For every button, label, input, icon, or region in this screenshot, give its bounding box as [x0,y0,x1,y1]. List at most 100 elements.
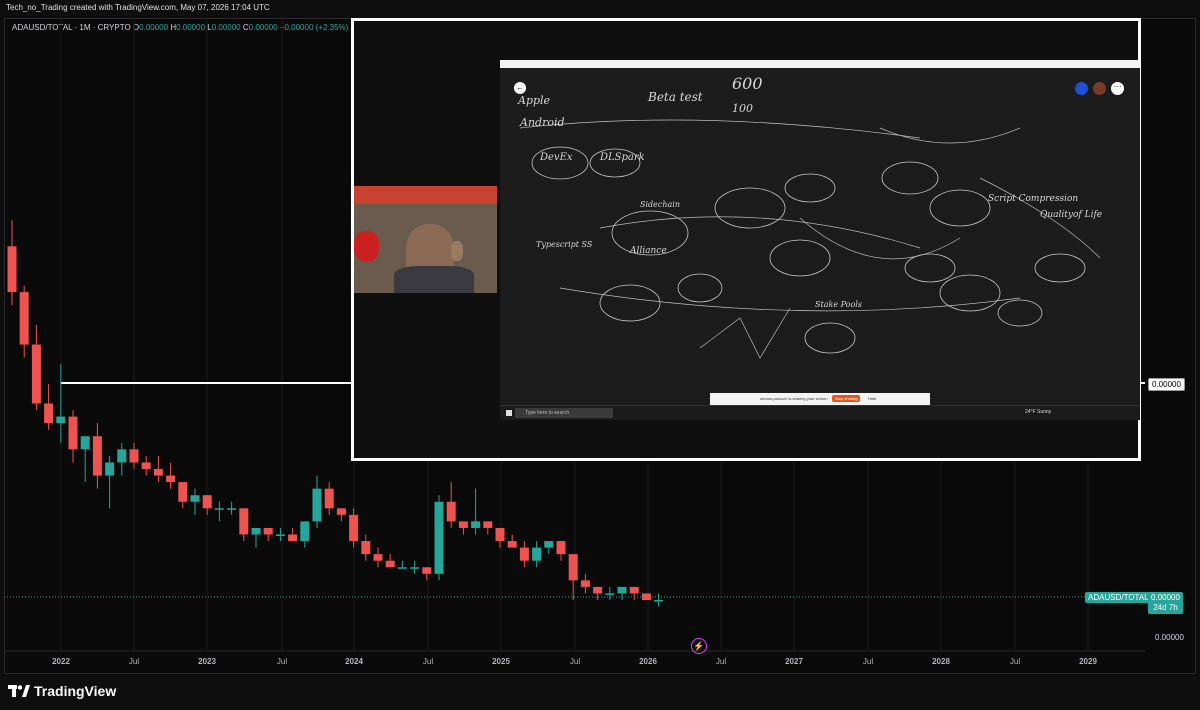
hide-button[interactable]: Hide [868,396,876,401]
candle-body [166,475,176,483]
person-hand [451,241,463,261]
candle-body [556,541,566,555]
whiteboard-circle [804,322,856,354]
candle-body [654,600,664,602]
whiteboard-circle [714,187,786,229]
start-icon[interactable] [506,410,512,416]
wb-text-600: 600 [732,74,763,93]
whiteboard-stroke [699,307,791,359]
share-message: stream.pancoin is sharing your screen [760,396,828,401]
candle-body [190,495,200,502]
candle-body [397,567,407,569]
wb-text-apple: Apple [518,94,551,107]
whiteboard-circle [904,253,956,283]
candle-body [458,521,468,528]
current-price-tag: 0.00000 24d 7h [1148,592,1183,614]
x-tick-label: Jul [863,657,873,666]
x-tick-label: Jul [129,657,139,666]
whiteboard-circle [769,239,831,277]
candle-body [92,436,102,476]
tradingview-logo[interactable]: TradingView [8,683,116,699]
x-tick-label: Jul [277,657,287,666]
x-tick-label: 2024 [345,657,363,666]
candle-body [80,436,90,450]
candle-body [239,508,249,535]
candle-body [178,482,188,502]
whiteboard-circle [881,161,939,195]
candle-body [214,508,224,510]
candle-body [275,534,285,536]
webcam-object [354,231,379,261]
taskbar: Type here to search 24°F Sunny [500,405,1140,420]
webcam-feed [354,186,497,293]
candle-body [300,521,310,542]
shared-screen: ← ··· 600 Beta test 100 Apple Android De… [500,60,1140,420]
candle-body [68,416,78,450]
x-tick-label: 2023 [198,657,216,666]
x-tick-label: 2027 [785,657,803,666]
bar-countdown: 24d 7h [1153,603,1178,612]
stop-sharing-button[interactable]: Stop sharing [832,395,861,402]
wb-text-alliance: Alliance [630,246,667,256]
candle-body [507,541,517,548]
whiteboard-circle [1034,253,1086,283]
candle-body [31,344,41,404]
candle-body [19,292,29,345]
weather-widget[interactable]: 24°F Sunny [1025,409,1051,415]
wb-text-dlspark: DLSpark [600,152,645,163]
tradingview-wordmark: TradingView [34,683,117,699]
x-tick-label: 2029 [1079,657,1097,666]
candle-body [410,567,420,569]
x-tick-label: 2022 [52,657,70,666]
tradingview-logo-icon [8,685,30,697]
wb-text-beta: Beta test [648,90,703,104]
webcam-wall [354,186,497,204]
whiteboard-stroke [879,127,1021,144]
candle-body [263,527,273,535]
candle-body [483,521,493,528]
x-tick-label: Jul [716,657,726,666]
candle-body [129,449,139,463]
candle-body [519,547,529,561]
wb-text-quality: Qualityof Life [1040,210,1103,220]
x-tick-label: 2025 [492,657,510,666]
wb-text-android: Android [520,116,565,129]
candle-body [288,534,298,542]
horizontal-line-price-tag: 0.00000 [1148,378,1185,391]
candle-body [617,586,627,594]
candle-body [44,403,54,424]
candle-body [202,495,212,509]
candle-body [495,527,505,542]
whiteboard-circle [599,284,661,322]
candle-body [117,449,127,463]
symbol-price-tag: ADAUSD/TOTAL [1085,592,1152,603]
candle-body [422,567,432,574]
candle-body [251,527,261,535]
candle-body [312,488,322,522]
candle-body [544,541,554,548]
x-tick-label: Jul [423,657,433,666]
candle-body [361,541,371,555]
x-tick-label: Jul [570,657,580,666]
footer-bar [0,674,1200,710]
candle-body [471,521,481,528]
whiteboard-canvas [519,119,1101,359]
x-tick-label: 2026 [639,657,657,666]
whiteboard-stroke [599,216,921,249]
candle-body [580,580,590,587]
x-tick-label: 2028 [932,657,950,666]
whiteboard-circle [677,273,723,303]
candle-body [153,469,163,476]
whiteboard-stroke [519,119,921,139]
wb-text-sidechain: Sidechain [640,200,681,209]
wb-text-stakepools: Stake Pools [815,300,862,309]
candle-body [105,462,115,476]
candle-body [605,593,615,595]
whiteboard-circle [997,299,1043,327]
taskbar-search[interactable]: Type here to search [515,408,613,418]
screen-titlebar [500,60,1140,68]
y-axis-label: 0.00000 [1155,633,1184,642]
lightning-event-icon[interactable]: ⚡ [691,638,707,654]
current-price: 0.00000 [1151,593,1180,602]
whiteboard-stroke [799,217,961,260]
